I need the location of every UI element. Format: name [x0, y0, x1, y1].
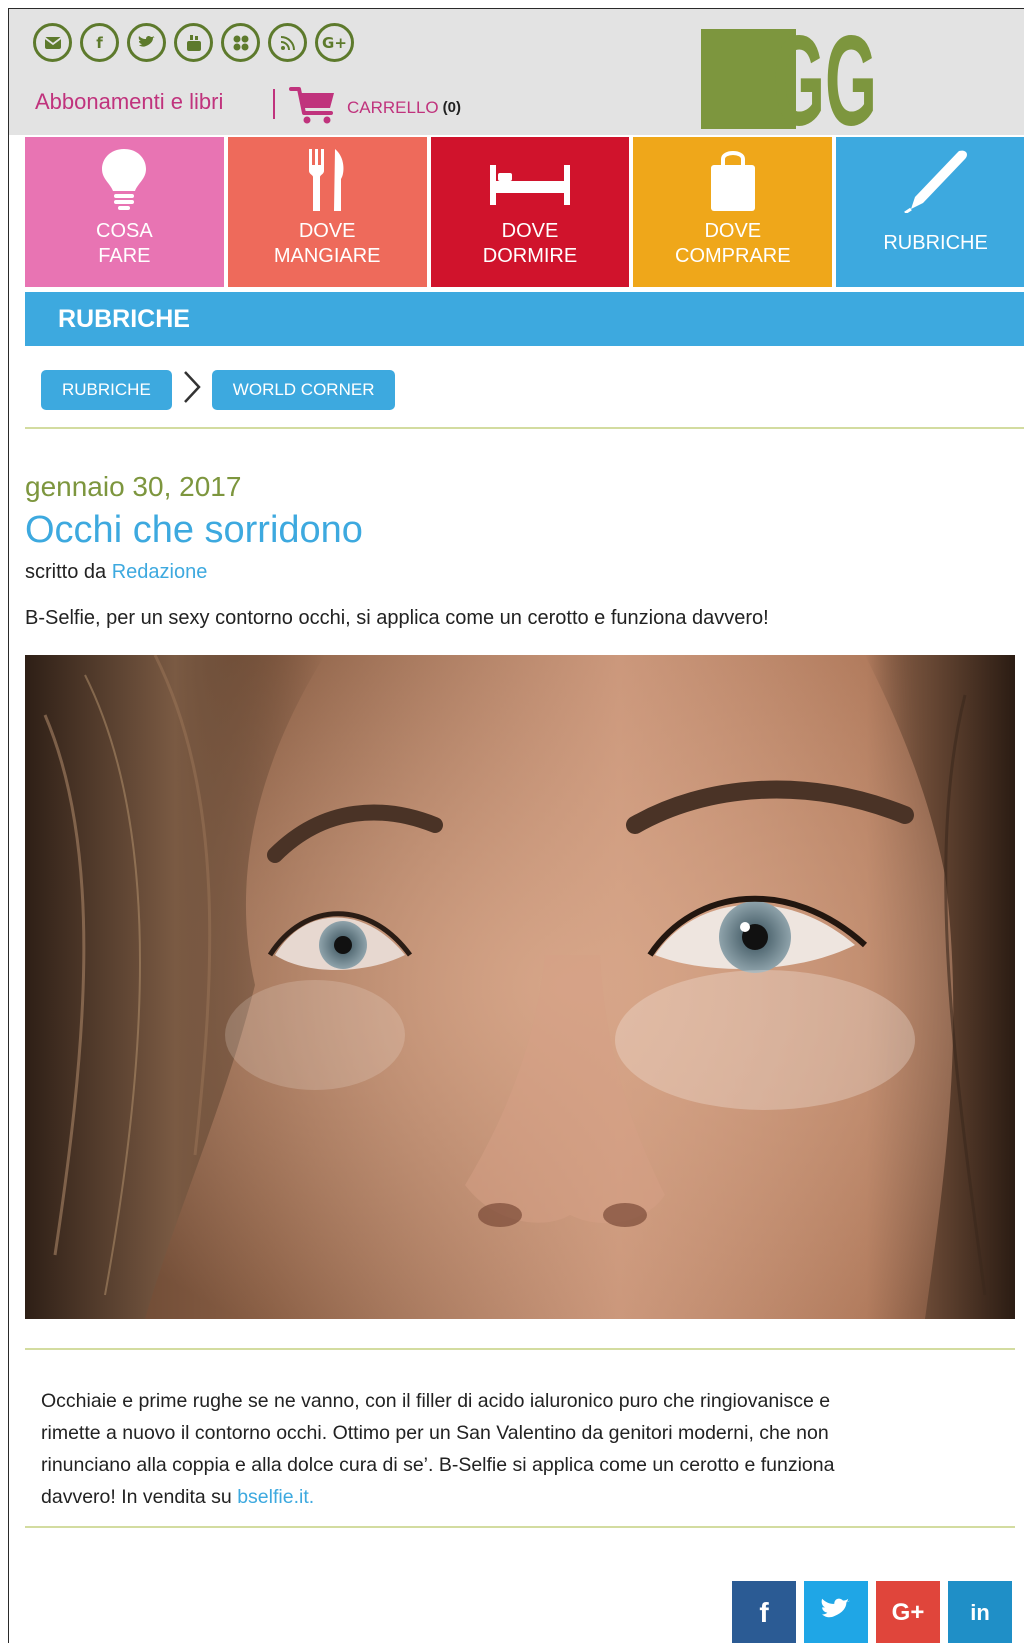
nav-label-line2: MANGIARE [273, 245, 381, 267]
cart-link[interactable]: CARRELLO (0) [289, 85, 461, 130]
bed-icon [431, 147, 630, 215]
header-divider [273, 89, 275, 119]
nav-label-line2: DORMIRE [482, 245, 578, 267]
subscriptions-link[interactable]: Abbonamenti e libri [35, 89, 223, 115]
body-line: davvero! In vendita su bselfie.it. [41, 1481, 1009, 1513]
article-date: gennaio 30, 2017 [25, 471, 242, 502]
shopping-bag-icon [633, 147, 832, 215]
cart-count: (0) [442, 99, 461, 116]
pen-icon [836, 147, 1024, 215]
social-icons: f G+ [33, 23, 354, 62]
body-last-text: davvero! In vendita su [41, 1486, 238, 1508]
divider [25, 1526, 1015, 1528]
fork-knife-icon [228, 147, 427, 215]
site-logo[interactable]: GG [701, 10, 879, 153]
facebook-share-icon: f [759, 1597, 769, 1628]
lightbulb-icon [25, 147, 224, 215]
nav-label-line2: FARE [98, 245, 151, 267]
twitter-share-button[interactable] [804, 1581, 868, 1643]
nav-label-line1: DOVE [298, 220, 356, 242]
breadcrumb: RUBRICHE WORLD CORNER [41, 369, 396, 410]
nav-label-line1: COSA [96, 220, 153, 242]
linkedin-share-button[interactable]: in [948, 1581, 1012, 1643]
site-header: f G+ Abbonamenti e libri CARRELLO (0) GG [9, 9, 1024, 153]
cart-label: CARRELLO [347, 97, 439, 117]
youtube-icon[interactable] [174, 23, 213, 62]
nav-cosa-fare[interactable]: COSA FARE [25, 137, 224, 287]
google-plus-icon[interactable]: G+ [315, 23, 354, 62]
body-line: Occhiaie e prime rughe se ne vanno, con … [41, 1390, 831, 1412]
body-line: rimette a nuovo il contorno occhi. Ottim… [41, 1422, 829, 1444]
twitter-icon[interactable] [127, 23, 166, 62]
nav-label-line2: COMPRARE [675, 245, 791, 267]
rss-icon[interactable] [268, 23, 307, 62]
divider [25, 427, 1024, 429]
body-line: rinunciano alla coppia e alla dolce cura… [41, 1454, 835, 1476]
breadcrumb-world-corner[interactable]: WORLD CORNER [211, 369, 396, 410]
chevron-right-icon [182, 369, 202, 410]
email-icon[interactable] [33, 23, 72, 62]
section-title: RUBRICHE [25, 292, 1024, 346]
article-body: Occhiaie e prime rughe se ne vanno, con … [41, 1385, 1009, 1513]
nav-dove-comprare[interactable]: DOVE COMPRARE [633, 137, 833, 287]
article-lead: B-Selfie, per un sexy contorno occhi, si… [25, 607, 769, 629]
nav-dove-mangiare[interactable]: DOVE MANGIARE [227, 137, 427, 287]
article-byline: scritto da Redazione [25, 561, 207, 584]
facebook-icon[interactable]: f [80, 23, 119, 62]
article-image [25, 654, 1015, 1319]
divider [25, 1348, 1015, 1350]
author-link[interactable]: Redazione [112, 561, 208, 583]
nav-dove-dormire[interactable]: DOVE DORMIRE [430, 137, 630, 287]
page-frame: f G+ Abbonamenti e libri CARRELLO (0) GG… [8, 8, 1024, 1643]
category-nav: COSA FARE DOVE MANGIARE DOVE DORMIRE DOV… [25, 137, 1024, 287]
nav-label-line1: DOVE [501, 220, 559, 242]
nav-label-line1: DOVE [704, 220, 762, 242]
linkedin-share-icon: in [970, 1600, 990, 1625]
bselfie-link[interactable]: bselfie.it. [237, 1486, 314, 1508]
google-plus-share-button[interactable]: G+ [876, 1581, 940, 1643]
facebook-share-button[interactable]: f [732, 1581, 796, 1643]
breadcrumb-rubriche[interactable]: RUBRICHE [41, 369, 172, 410]
twitter-share-icon [820, 1597, 852, 1630]
article-title: Occhi che sorridono [25, 509, 363, 551]
nav-rubriche[interactable]: RUBRICHE [836, 137, 1024, 287]
cart-icon [289, 85, 337, 130]
byline-prefix: scritto da [25, 561, 107, 583]
flickr-icon[interactable] [221, 23, 260, 62]
nav-label-line1: RUBRICHE [883, 232, 988, 254]
google-plus-share-icon: G+ [891, 1599, 925, 1626]
logo-text: GG [773, 21, 877, 129]
